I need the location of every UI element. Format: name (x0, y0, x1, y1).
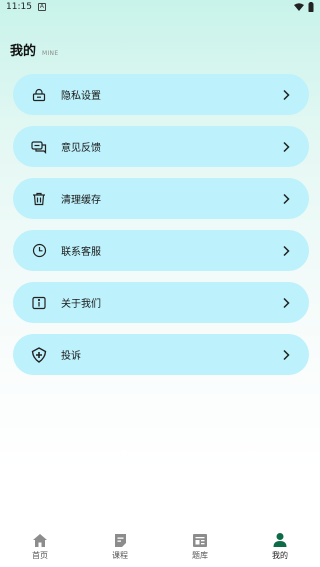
page-header: 我的 MINE (10, 40, 58, 59)
question-bank-icon (191, 532, 209, 548)
tab-question-bank[interactable]: 题库 (170, 532, 230, 561)
chevron-right-icon (283, 141, 290, 152)
chevron-right-icon (283, 297, 290, 308)
person-icon (271, 532, 289, 548)
chevron-right-icon (283, 349, 290, 360)
menu-item-about-us[interactable]: 关于我们 (13, 282, 309, 323)
bottom-tab-bar: 首页 课程 题库 我的 (0, 529, 320, 567)
page-subtitle: MINE (42, 50, 59, 57)
menu-item-label: 关于我们 (61, 299, 101, 310)
menu-item-label: 投诉 (61, 351, 81, 362)
tab-course[interactable]: 课程 (90, 532, 150, 561)
menu-item-feedback[interactable]: 意见反馈 (13, 126, 309, 167)
clock-icon (30, 242, 48, 260)
tab-home[interactable]: 首页 (10, 532, 70, 561)
tab-label: 课程 (112, 551, 128, 560)
menu-item-label: 清理缓存 (61, 195, 101, 206)
page-title: 我的 (10, 44, 37, 59)
notification-badge: A (37, 3, 46, 11)
menu-item-label: 隐私设置 (61, 91, 101, 102)
chevron-right-icon (283, 193, 290, 204)
menu-item-customer-service[interactable]: 联系客服 (13, 230, 309, 271)
tab-label: 我的 (272, 551, 288, 560)
feedback-icon (30, 138, 48, 156)
trash-icon (30, 190, 48, 208)
menu-item-privacy-settings[interactable]: 隐私设置 (13, 74, 309, 115)
status-right (294, 2, 314, 12)
tab-label: 首页 (32, 551, 48, 560)
battery-icon (308, 2, 314, 12)
info-icon (30, 294, 48, 312)
tab-mine[interactable]: 我的 (250, 532, 310, 561)
status-left: 11:15 A (6, 2, 46, 12)
menu-item-complaint[interactable]: 投诉 (13, 334, 309, 375)
tab-label: 题库 (192, 551, 208, 560)
status-bar: 11:15 A (0, 0, 320, 14)
lock-icon (30, 86, 48, 104)
course-icon (111, 532, 129, 548)
menu-item-label: 联系客服 (61, 247, 101, 258)
wifi-icon (294, 3, 304, 11)
menu-item-label: 意见反馈 (61, 143, 101, 154)
home-icon (31, 532, 49, 548)
shield-icon (30, 346, 48, 364)
menu-item-clear-cache[interactable]: 清理缓存 (13, 178, 309, 219)
chevron-right-icon (283, 89, 290, 100)
status-time: 11:15 (6, 2, 32, 12)
settings-menu: 隐私设置 意见反馈 清理缓存 联系客服 关于我们 投诉 (13, 74, 309, 386)
chevron-right-icon (283, 245, 290, 256)
